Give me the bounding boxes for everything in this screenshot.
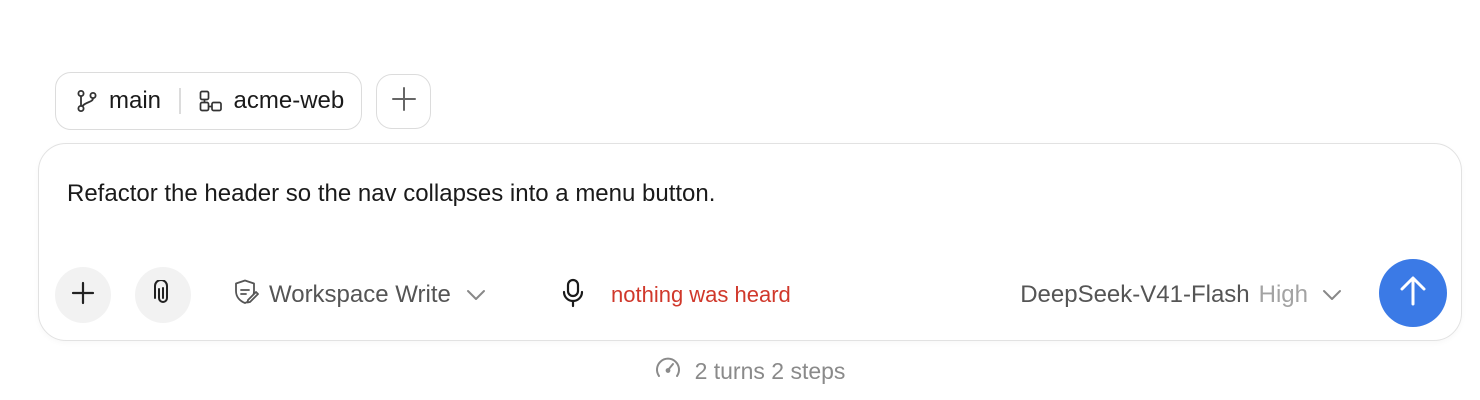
composer: Refactor the header so the nav collapses…	[38, 143, 1462, 341]
usage-summary: 2 turns 2 steps	[0, 355, 1480, 387]
voice-status: nothing was heard	[611, 282, 791, 307]
branch-selector[interactable]: main	[76, 87, 161, 115]
permission-label: Workspace Write	[269, 281, 451, 308]
model-name: DeepSeek-V41-Flash	[1020, 281, 1250, 308]
shield-edit-icon	[231, 278, 259, 313]
plus-icon	[391, 86, 417, 117]
gauge-icon	[655, 355, 681, 387]
attach-button[interactable]	[135, 267, 191, 323]
add-button[interactable]	[55, 267, 111, 323]
branch-name: main	[109, 87, 162, 114]
paperclip-icon	[153, 278, 173, 311]
context-bar: main acme-web	[55, 72, 432, 130]
git-branch-icon	[76, 89, 98, 113]
prompt-input[interactable]: Refactor the header so the nav collapses…	[67, 178, 1367, 210]
add-context-button[interactable]	[376, 73, 432, 129]
model-selector[interactable]: DeepSeek-V41-Flash High	[1020, 266, 1343, 324]
context-pill[interactable]: main acme-web	[55, 72, 363, 130]
model-effort: High	[1258, 281, 1308, 308]
chevron-down-icon	[1321, 281, 1343, 309]
context-divider	[179, 88, 181, 114]
repo-icon	[199, 90, 223, 112]
send-button[interactable]	[1379, 259, 1447, 327]
permission-selector[interactable]: Workspace Write	[231, 266, 487, 324]
plus-icon	[71, 281, 95, 310]
microphone-icon[interactable]	[561, 278, 585, 313]
voice-input: nothing was heard	[561, 266, 791, 324]
arrow-up-icon	[1398, 275, 1428, 312]
chevron-down-icon	[465, 281, 487, 309]
usage-text: 2 turns 2 steps	[694, 357, 846, 384]
repo-name: acme-web	[233, 87, 345, 114]
composer-toolbar: Workspace Write nothing was heard DeepSe…	[55, 259, 1447, 327]
repo-selector[interactable]: acme-web	[199, 87, 345, 115]
